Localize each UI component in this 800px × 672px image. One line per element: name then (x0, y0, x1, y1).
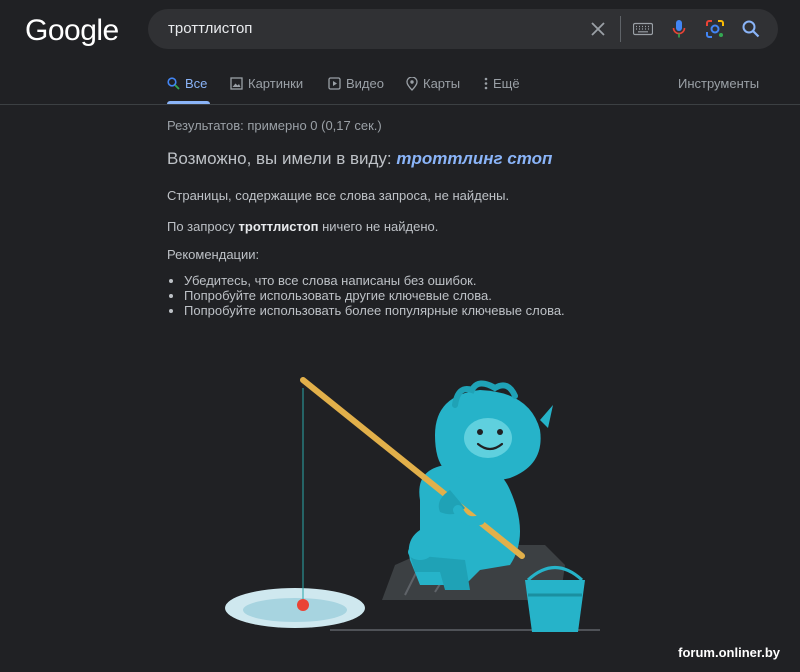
tab-label: Ещё (493, 76, 520, 91)
ice-hole-water (243, 598, 347, 622)
tab-video[interactable]: Видео (328, 76, 384, 91)
yeti-face (464, 418, 512, 458)
list-item: Попробуйте использовать другие ключевые … (184, 288, 565, 303)
search-icon (167, 77, 180, 90)
list-item: Убедитесь, что все слова написаны без ош… (184, 273, 565, 288)
play-icon (328, 77, 341, 90)
map-pin-icon (406, 76, 418, 91)
clear-icon[interactable] (586, 17, 610, 41)
spelling-suggestion-link[interactable]: троттлинг стоп (396, 149, 552, 168)
divider (620, 16, 621, 42)
query-term: троттлистоп (238, 219, 319, 234)
did-you-mean-prefix: Возможно, вы имели в виду: (167, 149, 392, 168)
search-box[interactable]: троттлистоп (148, 9, 778, 49)
tab-all[interactable]: Все (167, 76, 207, 91)
no-results-line: По запросу троттлистоп ничего не найдено… (167, 219, 438, 234)
search-icon[interactable] (739, 17, 763, 41)
tab-label: Все (185, 76, 208, 91)
search-tabs: Все Картинки Видео Карты Ещё Инструменты (0, 66, 800, 105)
query-suffix: ничего не найдено. (322, 219, 439, 234)
bucket (525, 580, 585, 632)
image-icon (230, 77, 243, 90)
lens-icon[interactable] (703, 17, 727, 41)
result-stats: Результатов: примерно 0 (0,17 сек.) (167, 118, 382, 133)
watermark: forum.onliner.by (678, 645, 780, 660)
keyboard-icon[interactable] (631, 17, 655, 41)
did-you-mean: Возможно, вы имели в виду: троттлинг сто… (167, 149, 552, 169)
tools-button[interactable]: Инструменты (678, 76, 759, 91)
tab-more[interactable]: Ещё (484, 76, 520, 91)
tab-label: Карты (423, 76, 461, 91)
search-input[interactable]: троттлистоп (168, 20, 252, 37)
query-prefix: По запросу (167, 219, 235, 234)
fishing-yeti-illustration (225, 377, 600, 632)
recommendations-list: Убедитесь, что все слова написаны без ош… (167, 273, 565, 318)
microphone-icon[interactable] (667, 17, 691, 41)
tab-label: Видео (346, 76, 384, 91)
google-logo[interactable]: Google (25, 14, 119, 48)
recommendations-title: Рекомендации: (167, 247, 260, 262)
more-vert-icon (484, 77, 488, 90)
not-found-message: Страницы, содержащие все слова запроса, … (167, 188, 510, 203)
list-item: Попробуйте использовать более популярные… (184, 303, 565, 318)
active-tab-indicator (167, 101, 210, 104)
tab-label: Картинки (248, 76, 304, 91)
tab-maps[interactable]: Карты (406, 76, 460, 91)
tab-images[interactable]: Картинки (230, 76, 303, 91)
bobber (297, 599, 309, 611)
